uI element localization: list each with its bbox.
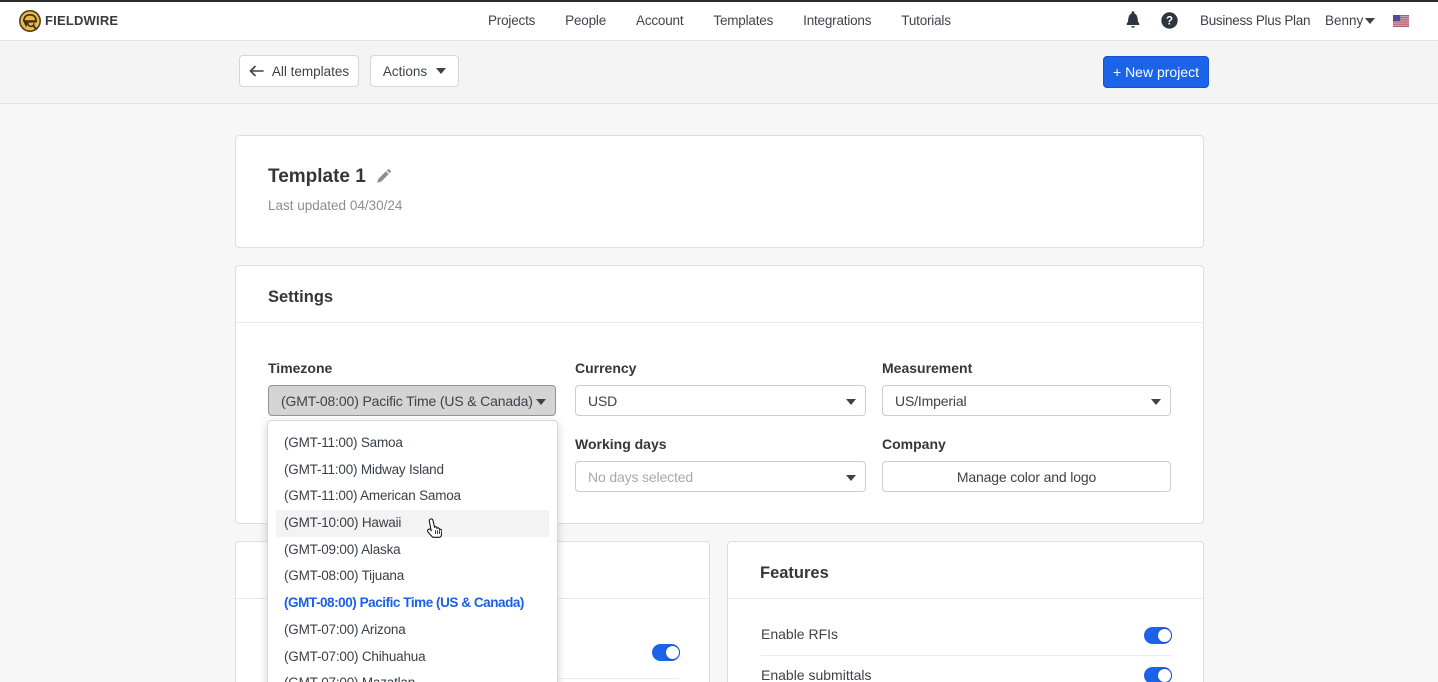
svg-text:?: ? — [1166, 16, 1173, 28]
